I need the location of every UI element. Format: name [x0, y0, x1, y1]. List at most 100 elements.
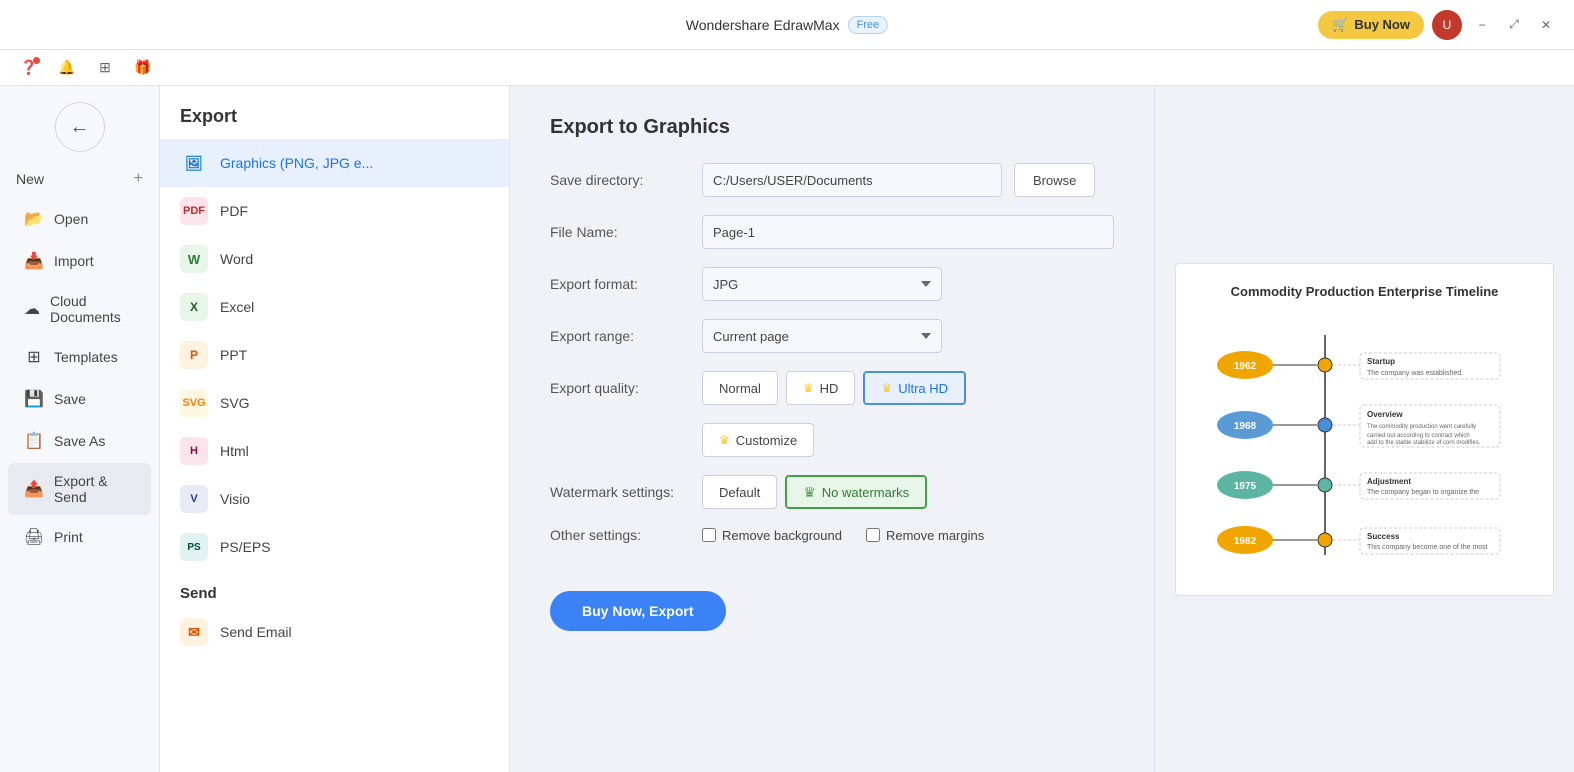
- word-label: Word: [220, 251, 253, 267]
- customize-button[interactable]: ♛ Customize: [702, 423, 814, 457]
- new-label: New: [16, 171, 44, 187]
- ultrahd-label: Ultra HD: [898, 381, 948, 396]
- export-item-html[interactable]: H Html: [160, 427, 509, 475]
- sidebar-item-cloud[interactable]: ☁ Cloud Documents: [8, 283, 151, 335]
- visio-icon: V: [180, 485, 208, 513]
- export-send-label: Export & Send: [54, 473, 135, 505]
- export-item-word[interactable]: W Word: [160, 235, 509, 283]
- sidebar-item-new[interactable]: New +: [0, 160, 159, 198]
- pseps-icon: PS: [180, 533, 208, 561]
- normal-label: Normal: [719, 381, 761, 396]
- bell-icon[interactable]: 🔔: [54, 55, 80, 81]
- save-directory-row: Save directory: Browse: [550, 163, 1114, 197]
- section-title: Export to Graphics: [550, 116, 1114, 139]
- sidebar-item-export-send[interactable]: 📤 Export & Send: [8, 463, 151, 515]
- export-header: Export: [160, 86, 509, 139]
- watermark-row: Watermark settings: Default ♛ No waterma…: [550, 475, 1114, 509]
- watermark-group: Default ♛ No watermarks: [702, 475, 927, 509]
- svg-text:carried out according to contr: carried out according to contract which: [1367, 433, 1470, 439]
- sidebar-item-save[interactable]: 💾 Save: [8, 379, 151, 419]
- minimize-button[interactable]: −: [1470, 13, 1494, 37]
- export-item-pdf[interactable]: PDF PDF: [160, 187, 509, 235]
- html-label: Html: [220, 443, 249, 459]
- cart-icon: 🛒: [1332, 17, 1348, 33]
- export-range-select[interactable]: Current page All pages Selected shapes: [702, 319, 942, 353]
- export-quality-label: Export quality:: [550, 380, 690, 396]
- file-name-label: File Name:: [550, 224, 690, 240]
- export-item-pseps[interactable]: PS PS/EPS: [160, 523, 509, 571]
- watermark-none-button[interactable]: ♛ No watermarks: [785, 475, 927, 509]
- quality-group: Normal ♛ HD ♛ Ultra HD: [702, 371, 966, 405]
- svg-text:This company become one of the: This company become one of the most: [1367, 544, 1488, 551]
- svg-text:Success: Success: [1367, 532, 1400, 541]
- apps-icon[interactable]: ⊞: [92, 55, 118, 81]
- export-item-svg[interactable]: SVG SVG: [160, 379, 509, 427]
- other-settings-row: Other settings: Remove background Remove…: [550, 527, 1114, 543]
- notification-dot: [33, 57, 40, 64]
- export-item-excel[interactable]: X Excel: [160, 283, 509, 331]
- browse-button[interactable]: Browse: [1014, 163, 1095, 197]
- remove-bg-checkbox-item[interactable]: Remove background: [702, 528, 842, 543]
- svg-text:Startup: Startup: [1367, 357, 1395, 366]
- export-item-visio[interactable]: V Visio: [160, 475, 509, 523]
- watermark-label: Watermark settings:: [550, 484, 690, 500]
- avatar[interactable]: U: [1432, 10, 1462, 40]
- graphics-label: Graphics (PNG, JPG e...: [220, 155, 373, 171]
- email-label: Send Email: [220, 624, 292, 640]
- help-icon[interactable]: ❓: [16, 55, 42, 81]
- sidebar-item-templates[interactable]: ⊞ Templates: [8, 337, 151, 377]
- remove-bg-label: Remove background: [722, 528, 842, 543]
- topbar-center: Wondershare EdrawMax Free: [686, 16, 888, 34]
- remove-margins-checkbox[interactable]: [866, 528, 880, 542]
- cloud-icon: ☁: [24, 299, 40, 319]
- visio-label: Visio: [220, 491, 250, 507]
- print-icon: 🖨: [24, 527, 44, 547]
- sidebar-item-save-as[interactable]: 📋 Save As: [8, 421, 151, 461]
- customize-row: ♛ Customize: [550, 423, 1114, 457]
- save-directory-input[interactable]: [702, 163, 1002, 197]
- svg-label: SVG: [220, 395, 250, 411]
- preview-title: Commodity Production Enterprise Timeline: [1231, 284, 1499, 299]
- svg-text:add to the stable stabilize of: add to the stable stabilize of corn modi…: [1367, 440, 1481, 446]
- sidebar-item-print[interactable]: 🖨 Print: [8, 517, 151, 557]
- gift-icon[interactable]: 🎁: [130, 55, 156, 81]
- export-item-email[interactable]: ✉ Send Email: [160, 608, 509, 656]
- remove-margins-checkbox-item[interactable]: Remove margins: [866, 528, 984, 543]
- buy-now-button[interactable]: 🛒 Buy Now: [1318, 11, 1424, 39]
- new-icon: +: [134, 170, 143, 188]
- export-button[interactable]: Buy Now, Export: [550, 591, 726, 631]
- maximize-button[interactable]: ⤢: [1502, 13, 1526, 37]
- svg-text:1982: 1982: [1233, 536, 1256, 547]
- remove-bg-checkbox[interactable]: [702, 528, 716, 542]
- free-badge: Free: [848, 16, 889, 34]
- quality-ultrahd-button[interactable]: ♛ Ultra HD: [863, 371, 966, 405]
- excel-label: Excel: [220, 299, 254, 315]
- excel-icon: X: [180, 293, 208, 321]
- print-label: Print: [54, 529, 83, 545]
- quality-normal-button[interactable]: Normal: [702, 371, 778, 405]
- svg-icon: SVG: [180, 389, 208, 417]
- watermark-default-button[interactable]: Default: [702, 475, 777, 509]
- default-label: Default: [719, 485, 760, 500]
- export-format-label: Export format:: [550, 276, 690, 292]
- export-item-graphics[interactable]: 🖼 Graphics (PNG, JPG e...: [160, 139, 509, 187]
- save-directory-label: Save directory:: [550, 172, 690, 188]
- export-item-ppt[interactable]: P PPT: [160, 331, 509, 379]
- export-range-label: Export range:: [550, 328, 690, 344]
- back-button[interactable]: ←: [55, 102, 105, 152]
- file-name-input[interactable]: [702, 215, 1114, 249]
- sidebar-item-open[interactable]: 📂 Open: [8, 199, 151, 239]
- topbar: Wondershare EdrawMax Free 🛒 Buy Now U − …: [0, 0, 1574, 50]
- templates-icon: ⊞: [24, 347, 44, 367]
- ppt-label: PPT: [220, 347, 247, 363]
- quality-hd-button[interactable]: ♛ HD: [786, 371, 856, 405]
- sidebar-item-import[interactable]: 📥 Import: [8, 241, 151, 281]
- hd-crown-icon: ♛: [803, 381, 814, 395]
- export-panel: Export 🖼 Graphics (PNG, JPG e... PDF PDF…: [160, 86, 510, 772]
- svg-text:1968: 1968: [1233, 421, 1256, 432]
- close-button[interactable]: ✕: [1534, 13, 1558, 37]
- toolbar2: ❓ 🔔 ⊞ 🎁: [0, 50, 1574, 86]
- export-format-select[interactable]: PNG JPG BMP SVG PDF TIFF: [702, 267, 942, 301]
- ultrahd-crown-icon: ♛: [881, 381, 892, 395]
- import-icon: 📥: [24, 251, 44, 271]
